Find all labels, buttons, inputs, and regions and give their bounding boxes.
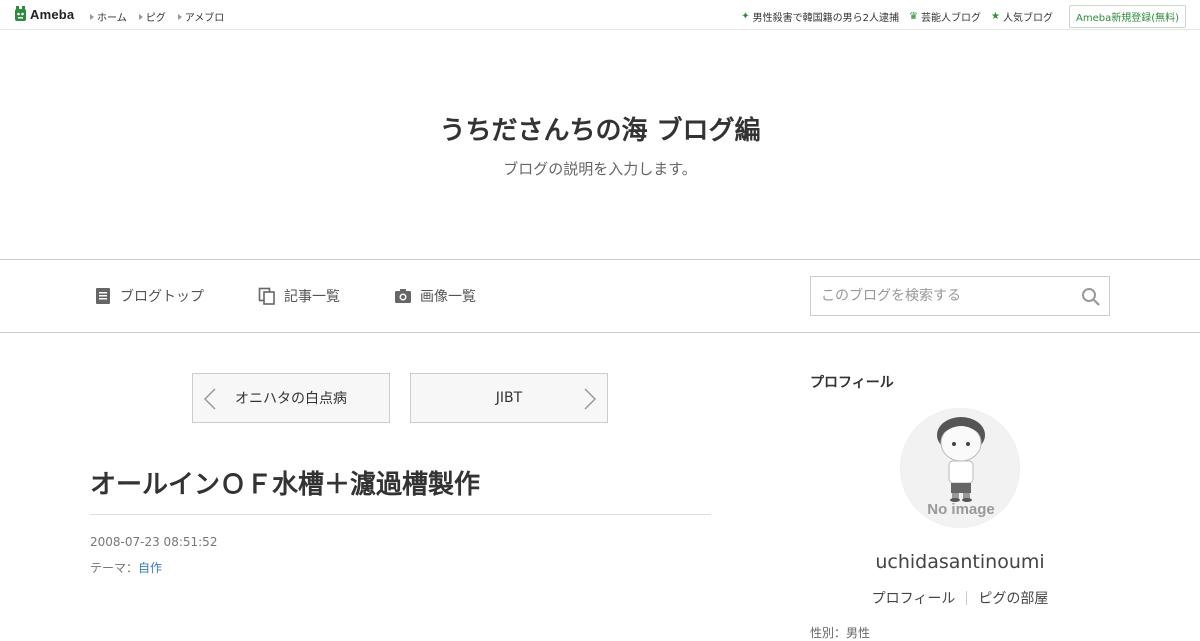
prev-article-label: オニハタの白点病 [235, 391, 347, 407]
logo-text: Ameba [30, 7, 75, 22]
global-nav-pigg[interactable]: ピグ [138, 9, 166, 24]
sparkle-icon: ✦ [741, 11, 750, 22]
theme-prefix: テーマ： [90, 561, 139, 575]
nav-images[interactable]: 画像一覧 [394, 286, 476, 306]
nav-blog-top[interactable]: ブログトップ [94, 286, 204, 306]
ameba-logo[interactable]: Ameba [14, 6, 74, 23]
trending-news-label: 男性殺害で韓国籍の男ら2人逮捕 [752, 13, 900, 24]
link-separator [966, 591, 968, 605]
avatar-caption: No image [927, 501, 995, 518]
theme-link[interactable]: 自作 [138, 561, 162, 575]
popular-blog-label: 人気ブログ [1002, 13, 1053, 24]
blog-nav: ブログトップ 記事一覧 画像一覧 [0, 259, 1200, 333]
document-icon [96, 288, 110, 304]
global-header: Ameba ホーム ピグ アメブロ ✦ 男性殺害で韓国籍の男ら2人逮捕 ♛ 芸能人ブ… [0, 0, 1200, 30]
profile-detail-partial: 性別：男性 [810, 626, 871, 640]
global-right-links: ✦ 男性殺害で韓国籍の男ら2人逮捕 ♛ 芸能人ブログ ★ 人気ブログ Ameba新規登… [741, 5, 1186, 28]
trending-news-link[interactable]: ✦ 男性殺害で韓国籍の男ら2人逮捕 [741, 9, 899, 24]
global-nav-label: アメブロ [184, 13, 225, 24]
camera-icon [395, 289, 411, 303]
ameba-logo-icon [15, 6, 26, 21]
avatar[interactable]: No image [900, 408, 1020, 528]
global-nav: ホーム ピグ アメブロ [90, 9, 236, 24]
triangle-right-icon [177, 13, 182, 20]
profile-link[interactable]: プロフィール [872, 588, 956, 608]
popular-blog-link[interactable]: ★ 人気ブログ [991, 9, 1053, 24]
no-image-avatar-icon: No image [901, 409, 1019, 527]
celebrity-blog-link[interactable]: ♛ 芸能人ブログ [909, 9, 981, 24]
search-icon[interactable] [1081, 287, 1101, 307]
pigg-room-link[interactable]: ピグの部屋 [978, 588, 1048, 608]
blog-header: うちださんちの海 ブログ編 ブログの説明を入力します。 [0, 30, 1200, 259]
global-nav-home[interactable]: ホーム [90, 9, 127, 24]
prev-article-button[interactable]: オニハタの白点病 [192, 373, 390, 423]
nav-blog-top-label: ブログトップ [120, 289, 204, 305]
search-input[interactable] [811, 277, 1071, 315]
next-article-label: JIBT [495, 390, 523, 406]
crown-icon: ♛ [909, 11, 919, 22]
blog-description: ブログの説明を入力します。 [503, 160, 697, 178]
article-title[interactable]: オールインＯＦ水槽＋濾過槽製作 [90, 464, 480, 501]
profile-username[interactable]: uchidasantinoumi [810, 551, 1110, 573]
article-theme: テーマ：自作 [90, 559, 162, 576]
global-nav-label: ホーム [97, 13, 127, 24]
copy-icon [258, 287, 275, 305]
chevron-left-icon [203, 388, 216, 410]
title-divider [90, 514, 711, 515]
blog-search [810, 276, 1110, 316]
celebrity-blog-label: 芸能人ブログ [921, 13, 982, 24]
next-article-button[interactable]: JIBT [410, 373, 608, 423]
blog-title[interactable]: うちださんちの海 ブログ編 [0, 110, 1200, 147]
global-nav-label: ピグ [145, 13, 166, 24]
profile-heading: プロフィール [810, 375, 894, 391]
triangle-right-icon [138, 13, 143, 20]
register-button[interactable]: Ameba新規登録(無料) [1068, 5, 1186, 28]
nav-articles[interactable]: 記事一覧 [258, 286, 340, 306]
article-date: 2008-07-23 08:51:52 [90, 535, 218, 549]
nav-images-label: 画像一覧 [420, 289, 476, 305]
chevron-right-icon [584, 388, 597, 410]
nav-articles-label: 記事一覧 [284, 289, 340, 305]
star-icon: ★ [991, 11, 1000, 22]
global-nav-ameblo[interactable]: アメブロ [177, 9, 225, 24]
profile-links: プロフィール ピグの部屋 [810, 588, 1110, 608]
triangle-right-icon [90, 13, 94, 20]
